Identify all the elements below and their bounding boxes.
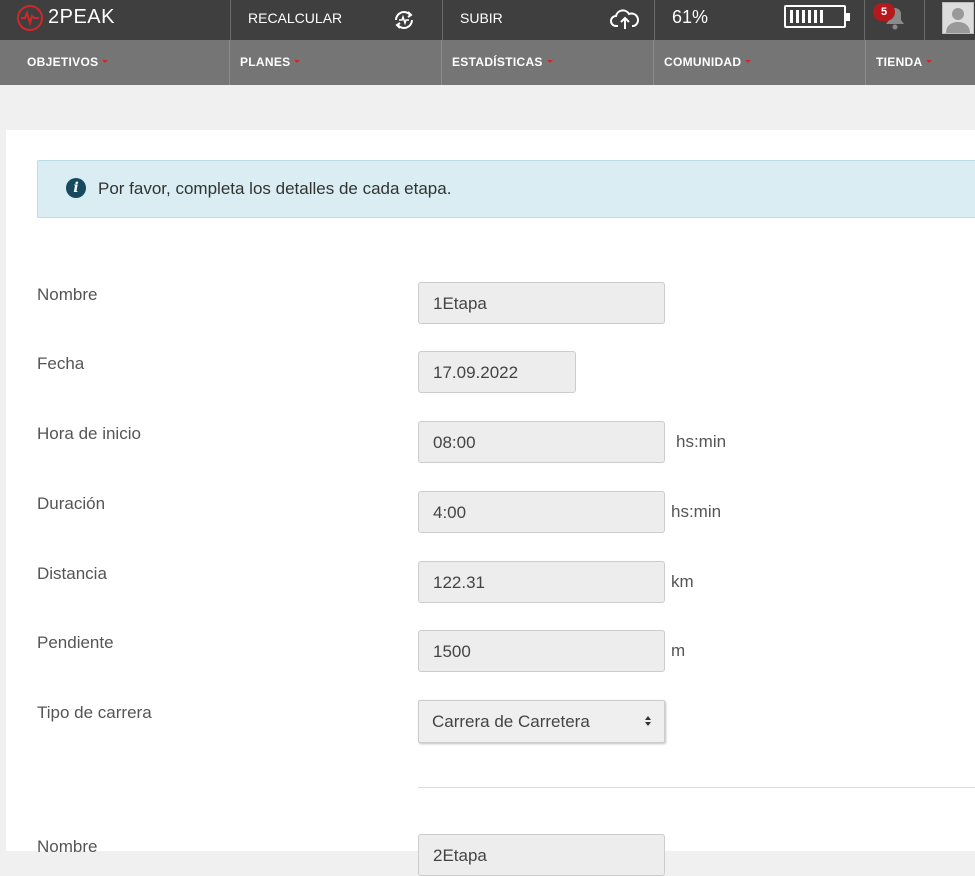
nav-item-comunidad[interactable]: COMUNIDAD [653, 40, 865, 85]
alert-text: Por favor, completa los detalles de cada… [98, 179, 452, 198]
name-label: Nombre [37, 285, 98, 304]
caret-down-icon [926, 60, 933, 63]
heartbeat-icon [17, 5, 43, 31]
avatar [942, 2, 974, 34]
info-icon: i [66, 178, 86, 198]
distance-label: Distancia [37, 564, 107, 583]
name-input[interactable]: 1Etapa [418, 282, 665, 324]
start-time-unit: hs:min [676, 432, 727, 451]
caret-down-icon [546, 60, 553, 63]
start-time-input[interactable]: 08:00 [418, 421, 665, 463]
distance-unit: km [671, 572, 694, 591]
nav-item-tienda[interactable]: TIENDA [865, 40, 975, 85]
nav-item-estadisticas[interactable]: ESTADÍSTICAS [441, 40, 653, 85]
date-input[interactable]: 17.09.2022 [418, 351, 576, 393]
distance-input[interactable]: 122.31 [418, 561, 665, 603]
notifications-button[interactable]: 5 [864, 0, 924, 40]
caret-down-icon [745, 60, 752, 63]
nav-item-label: ESTADÍSTICAS [452, 55, 543, 69]
logo-text: 2PEAK [48, 6, 115, 28]
info-alert: i Por favor, completa los detalles de ca… [37, 160, 975, 218]
slope-unit: m [671, 641, 686, 660]
stage-divider [418, 787, 975, 788]
nav-item-label: COMUNIDAD [664, 55, 742, 69]
battery-status[interactable]: 61% [654, 0, 864, 40]
recalc-label: RECALCULAR [248, 10, 343, 26]
name-label-2: Nombre [37, 837, 98, 856]
date-label: Fecha [37, 354, 85, 373]
upload-button[interactable]: SUBIR [442, 0, 654, 40]
duration-label: Duración [37, 494, 106, 513]
cloud-upload-icon [610, 9, 639, 29]
recalc-button[interactable]: RECALCULAR [230, 0, 442, 40]
caret-down-icon [294, 60, 301, 63]
user-menu[interactable] [924, 0, 975, 40]
start-time-label: Hora de inicio [37, 424, 141, 443]
nav-item-label: OBJETIVOS [27, 55, 99, 69]
slope-label: Pendiente [37, 633, 114, 652]
battery-icon [784, 5, 850, 28]
nav-item-label: TIENDA [876, 55, 923, 69]
notification-badge: 5 [873, 3, 895, 21]
top-bar: 2PEAK RECALCULAR SUBIR 61% 5 [0, 0, 975, 40]
logo[interactable]: 2PEAK [0, 0, 230, 40]
race-type-select[interactable]: Carrera de Carretera [418, 700, 665, 743]
race-type-value: Carrera de Carretera [432, 712, 590, 731]
main-nav: OBJETIVOS PLANES ESTADÍSTICAS COMUNIDAD … [0, 40, 975, 85]
battery-percent: 61% [672, 7, 709, 27]
duration-input[interactable]: 4:00 [418, 491, 665, 533]
slope-input[interactable]: 1500 [418, 630, 665, 672]
name-input-2[interactable]: 2Etapa [418, 834, 665, 876]
nav-item-planes[interactable]: PLANES [229, 40, 441, 85]
nav-item-objetivos[interactable]: OBJETIVOS [0, 40, 230, 85]
select-arrows-icon [645, 716, 651, 726]
recalc-icon [395, 11, 413, 29]
upload-label: SUBIR [460, 10, 503, 26]
caret-down-icon [102, 60, 109, 63]
duration-unit: hs:min [671, 502, 722, 521]
race-type-label: Tipo de carrera [37, 703, 152, 722]
nav-item-label: PLANES [240, 55, 291, 69]
